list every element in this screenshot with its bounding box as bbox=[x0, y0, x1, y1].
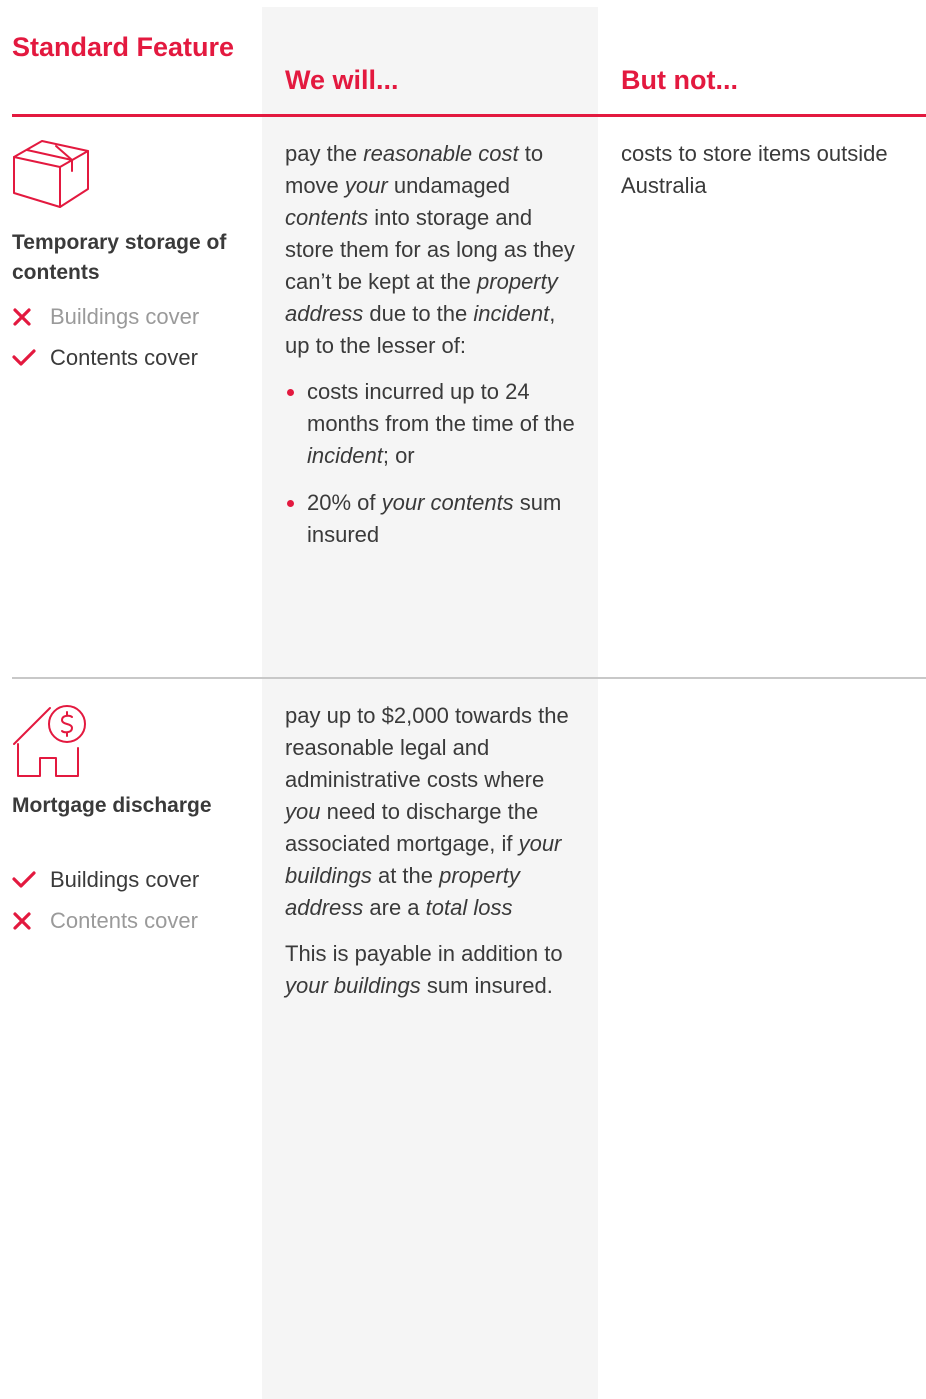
we-will-paragraph: pay up to $2,000 towards the reasonable … bbox=[285, 703, 569, 920]
header-we-will: We will... bbox=[285, 65, 399, 95]
we-will-mortgage-discharge: pay up to $2,000 towards the reasonable … bbox=[285, 700, 585, 1016]
buildings-cover-status: Buildings cover bbox=[12, 302, 199, 332]
header-divider bbox=[12, 114, 926, 117]
we-will-temporary-storage: pay the reasonable cost to move your und… bbox=[285, 138, 585, 566]
cover-label: Buildings cover bbox=[50, 304, 200, 329]
we-will-paragraph: This is payable in addition to your buil… bbox=[285, 941, 563, 998]
contents-cover-status: Contents cover bbox=[12, 906, 198, 936]
feature-title-temporary-storage: Temporary storage of contents bbox=[12, 231, 227, 284]
list-item: costs incurred up to 24 months from the … bbox=[285, 376, 585, 472]
cross-icon bbox=[12, 911, 50, 931]
contents-cover-status: Contents cover bbox=[12, 343, 198, 373]
feature-title-mortgage-discharge: Mortgage discharge bbox=[12, 794, 212, 817]
cover-label: Contents cover bbox=[50, 345, 198, 370]
row-divider bbox=[12, 677, 926, 679]
list-item: 20% of your contents sum insured bbox=[285, 487, 585, 551]
header-but-not: But not... bbox=[621, 65, 738, 95]
cross-icon bbox=[12, 307, 50, 327]
check-icon bbox=[12, 348, 50, 368]
cover-label: Buildings cover bbox=[50, 867, 200, 892]
buildings-cover-status: Buildings cover bbox=[12, 865, 199, 895]
but-not-temporary-storage: costs to store items outside Australia bbox=[621, 141, 888, 198]
house-dollar-icon bbox=[12, 704, 92, 778]
check-icon bbox=[12, 870, 50, 890]
box-icon bbox=[12, 137, 90, 211]
we-will-bullet-list: costs incurred up to 24 months from the … bbox=[285, 376, 585, 551]
header-standard-feature: Standard Feature bbox=[12, 32, 235, 62]
we-will-paragraph: pay the reasonable cost to move your und… bbox=[285, 141, 575, 358]
cover-label: Contents cover bbox=[50, 908, 198, 933]
